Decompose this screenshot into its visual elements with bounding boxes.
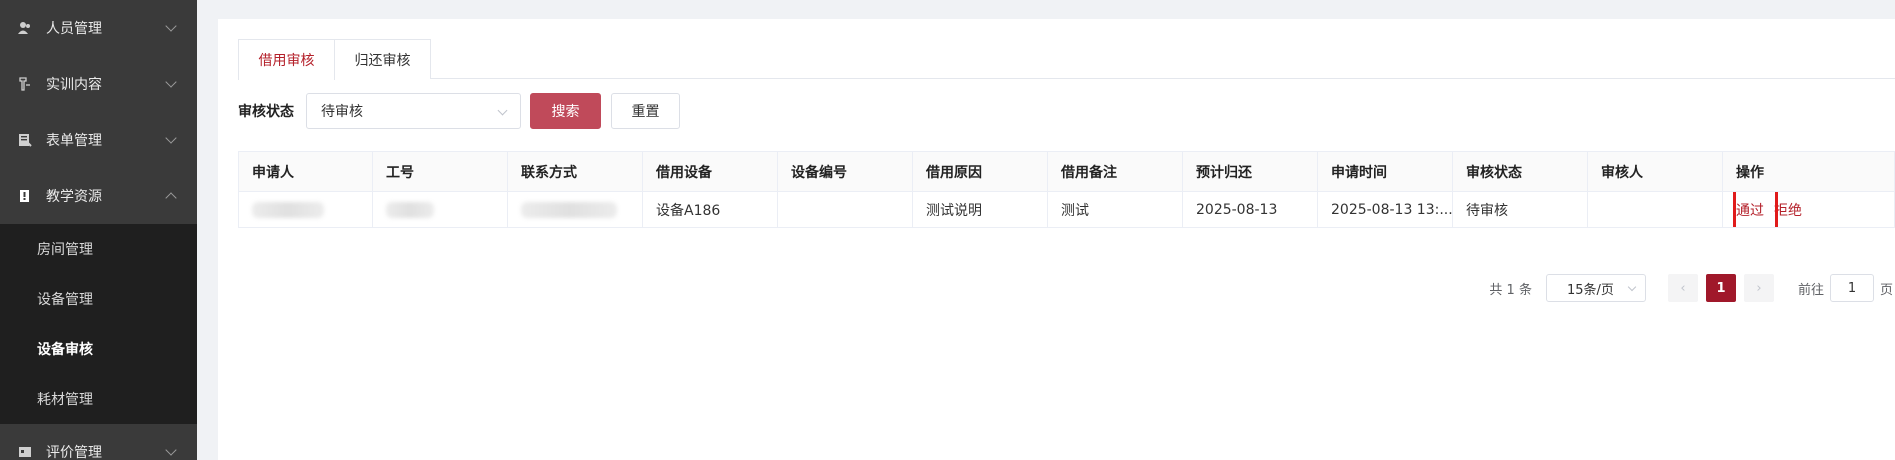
content-panel: 借用审核 归还审核 审核状态 待审核 搜索 重置 申请人 工号 联系方式 借用设… [218,19,1895,460]
table-row: 设备A186 测试说明 测试 2025-08-13 2025-08-13 13:… [239,192,1895,228]
search-button[interactable]: 搜索 [530,93,601,129]
sidebar-item-evaluation[interactable]: 评价管理 [0,424,197,460]
review-table: 申请人 工号 联系方式 借用设备 设备编号 借用原因 借用备注 预计归还 申请时… [238,151,1895,228]
sidebar-item-training[interactable]: 实训内容 [0,56,197,112]
column-header: 操作 [1723,152,1895,192]
goto-page-input[interactable]: 1 [1829,274,1874,302]
chevron-up-icon [165,192,177,204]
cell-device-no [778,192,913,228]
next-page-button[interactable]: › [1743,274,1774,302]
column-header: 审核状态 [1453,152,1588,192]
status-select-value: 待审核 [321,104,363,120]
redacted-text [521,201,617,218]
cell-expected-return: 2025-08-13 [1183,192,1318,228]
sidebar-item-label: 评价管理 [46,445,102,460]
status-filter-label: 审核状态 [238,104,294,120]
cell-apply-time: 2025-08-13 13:... [1318,192,1453,228]
column-header: 工号 [373,152,508,192]
cell-contact [508,192,643,228]
goto-label: 前往 [1797,282,1824,298]
chevron-right-icon: › [1756,280,1762,296]
reject-link[interactable]: 拒绝 [1774,200,1802,220]
cell-remark: 测试 [1048,192,1183,228]
page-number-current[interactable]: 1 [1705,274,1736,302]
training-icon [18,77,32,91]
column-header: 借用原因 [913,152,1048,192]
column-header: 预计归还 [1183,152,1318,192]
chevron-down-icon [497,105,508,116]
chevron-down-icon [1627,282,1637,292]
filter-bar: 审核状态 待审核 搜索 重置 [238,93,680,129]
form-icon [18,133,32,147]
column-header: 借用设备 [643,152,778,192]
column-header: 借用备注 [1048,152,1183,192]
chevron-left-icon: ‹ [1680,280,1686,296]
cell-employee-id [373,192,508,228]
column-header: 审核人 [1588,152,1723,192]
chevron-down-icon [165,444,177,456]
sidebar-item-label: 教学资源 [46,189,102,205]
reset-button[interactable]: 重置 [611,93,680,129]
redacted-text [386,201,434,218]
column-header: 联系方式 [508,152,643,192]
page-size-select[interactable]: 15条/页 [1545,274,1646,302]
page-size-value: 15条/页 [1566,282,1614,298]
redacted-text [252,201,324,218]
pagination: 共 1 条 15条/页 ‹ 1 › 前往 1 页 [1489,273,1895,303]
sidebar-item-devices[interactable]: 设备管理 [0,274,197,324]
column-header: 设备编号 [778,152,913,192]
total-count: 共 1 条 [1489,282,1532,298]
sidebar-item-label: 实训内容 [46,77,102,93]
status-select[interactable]: 待审核 [306,93,521,129]
tab-borrow-review[interactable]: 借用审核 [238,39,335,80]
column-header: 申请人 [239,152,373,192]
cell-reason: 测试说明 [913,192,1048,228]
chevron-down-icon [165,20,177,32]
submenu-teaching: 房间管理 设备管理 设备审核 耗材管理 [0,224,197,424]
evaluation-icon [18,445,32,459]
column-header: 申请时间 [1318,152,1453,192]
book-icon [18,189,32,203]
person-icon [18,21,32,35]
sidebar-item-personnel[interactable]: 人员管理 [0,0,197,56]
sidebar-item-rooms[interactable]: 房间管理 [0,224,197,274]
cell-status: 待审核 [1453,192,1588,228]
cell-actions: 通过 拒绝 [1723,192,1895,228]
prev-page-button[interactable]: ‹ [1667,274,1698,302]
sidebar-item-forms[interactable]: 表单管理 [0,112,197,168]
sidebar-item-teaching[interactable]: 教学资源 [0,168,197,224]
sidebar-item-label: 人员管理 [46,21,102,37]
chevron-down-icon [165,76,177,88]
cell-reviewer [1588,192,1723,228]
sidebar-item-device-review[interactable]: 设备审核 [0,324,197,374]
goto-suffix: 页 [1879,282,1893,298]
approve-link[interactable]: 通过 [1736,200,1764,220]
sidebar: 人员管理 实训内容 表单管理 教学资源 房间管理 设备管理 设备审核 耗材管理 … [0,0,197,460]
sidebar-item-consumables[interactable]: 耗材管理 [0,374,197,424]
cell-device: 设备A186 [643,192,778,228]
tab-return-review[interactable]: 归还审核 [335,39,431,79]
cell-applicant [239,192,373,228]
tabs: 借用审核 归还审核 [238,39,1895,80]
chevron-down-icon [165,132,177,144]
sidebar-item-label: 表单管理 [46,133,102,149]
table-header-row: 申请人 工号 联系方式 借用设备 设备编号 借用原因 借用备注 预计归还 申请时… [239,152,1895,192]
